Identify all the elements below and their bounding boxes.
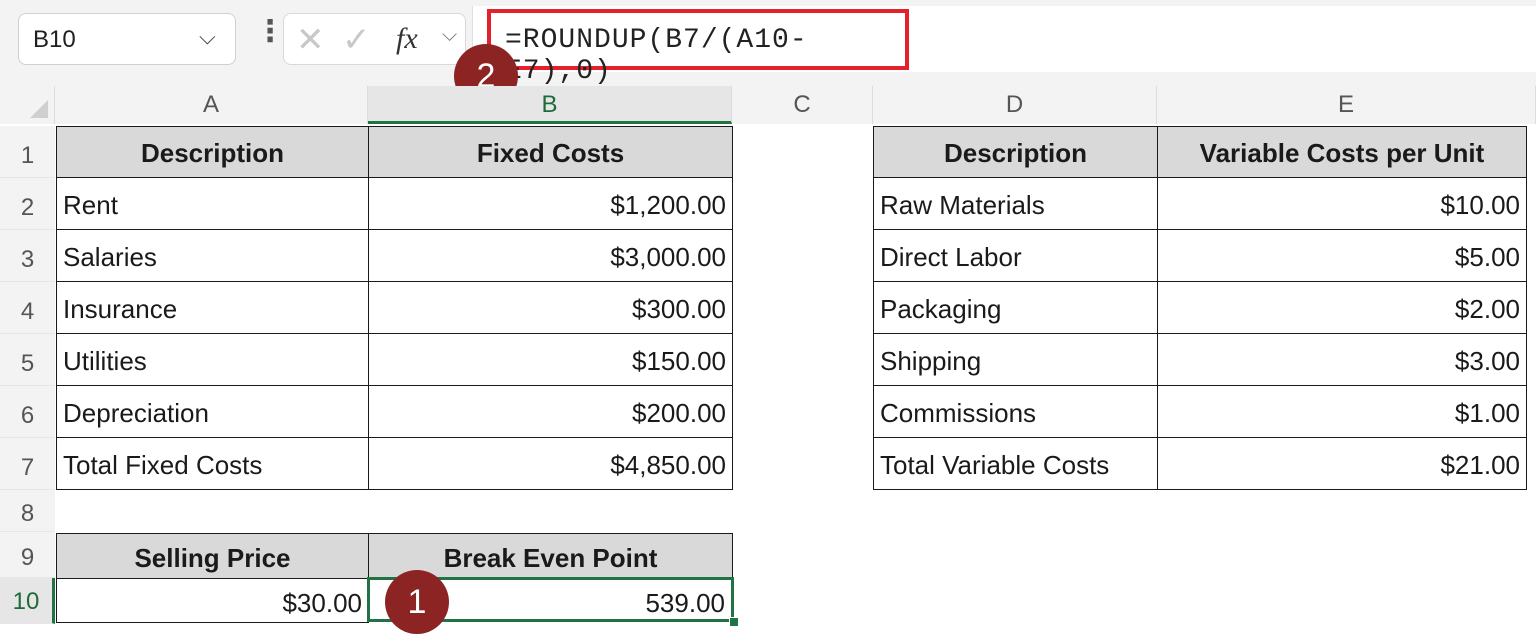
row-header-2[interactable]: 2 — [0, 178, 55, 230]
column-header-e[interactable]: E — [1157, 86, 1536, 124]
select-all-corner[interactable] — [0, 86, 55, 124]
fill-handle[interactable] — [729, 617, 739, 627]
name-box-value: B10 — [33, 26, 76, 53]
chevron-down-icon[interactable]: ⌵ — [199, 24, 216, 50]
variable-total-label[interactable]: Total Variable Costs — [873, 437, 1158, 490]
variable-label-cell[interactable]: Commissions — [873, 385, 1158, 438]
row-header-1[interactable]: 1 — [0, 126, 55, 178]
variable-value-cell[interactable]: $10.00 — [1157, 177, 1527, 230]
column-header-b[interactable]: B — [368, 86, 732, 124]
fixed-label-cell[interactable]: Insurance — [56, 281, 369, 334]
fixed-total-label[interactable]: Total Fixed Costs — [56, 437, 369, 490]
formula-text[interactable]: =ROUNDUP(B7/(A10-E7),0) — [505, 25, 905, 87]
fixed-value-cell[interactable]: $200.00 — [368, 385, 733, 438]
variable-total-value[interactable]: $21.00 — [1157, 437, 1527, 490]
column-header-c[interactable]: C — [732, 86, 873, 124]
fixed-label-cell[interactable]: Utilities — [56, 333, 369, 386]
insert-function-icon[interactable]: fx — [396, 22, 418, 56]
column-header-a[interactable]: A — [55, 86, 368, 124]
row-header-5[interactable]: 5 — [0, 334, 55, 386]
variable-value-cell[interactable]: $2.00 — [1157, 281, 1527, 334]
row-header-9[interactable]: 9 — [0, 532, 55, 578]
row-header-4[interactable]: 4 — [0, 282, 55, 334]
variable-value-cell[interactable]: $1.00 — [1157, 385, 1527, 438]
row-header-10[interactable]: 10 — [0, 578, 55, 624]
formula-highlight-box: =ROUNDUP(B7/(A10-E7),0) — [487, 9, 909, 87]
fixed-value-cell[interactable]: $3,000.00 — [368, 229, 733, 282]
variable-label-cell[interactable]: Shipping — [873, 333, 1158, 386]
variable-label-cell[interactable]: Packaging — [873, 281, 1158, 334]
chevron-down-icon[interactable]: ⌵ — [442, 24, 457, 47]
variable-header-cost-per-unit[interactable]: Variable Costs per Unit — [1157, 126, 1527, 178]
column-header-d[interactable]: D — [873, 86, 1157, 124]
row-header-6[interactable]: 6 — [0, 386, 55, 438]
row-header-3[interactable]: 3 — [0, 230, 55, 282]
variable-value-cell[interactable]: $5.00 — [1157, 229, 1527, 282]
variable-label-cell[interactable]: Raw Materials — [873, 177, 1158, 230]
variable-header-description[interactable]: Description — [873, 126, 1158, 178]
fixed-label-cell[interactable]: Depreciation — [56, 385, 369, 438]
fixed-label-cell[interactable]: Rent — [56, 177, 369, 230]
fixed-value-cell[interactable]: $150.00 — [368, 333, 733, 386]
selling-price-header[interactable]: Selling Price — [56, 533, 369, 579]
step-badge-1: 1 — [385, 570, 449, 634]
more-options-icon[interactable]: ⋮ — [255, 17, 285, 47]
formula-actions: ✕ ✓ fx ⌵ — [283, 13, 466, 65]
cancel-icon[interactable]: ✕ — [296, 20, 325, 60]
fixed-header-fixed-costs[interactable]: Fixed Costs — [368, 126, 733, 178]
fixed-header-description[interactable]: Description — [56, 126, 369, 178]
fixed-label-cell[interactable]: Salaries — [56, 229, 369, 282]
check-icon[interactable]: ✓ — [342, 20, 371, 60]
row-header-8[interactable]: 8 — [0, 490, 55, 532]
fixed-value-cell[interactable]: $1,200.00 — [368, 177, 733, 230]
variable-label-cell[interactable]: Direct Labor — [873, 229, 1158, 282]
fixed-value-cell[interactable]: $300.00 — [368, 281, 733, 334]
row-header-7[interactable]: 7 — [0, 438, 55, 490]
variable-value-cell[interactable]: $3.00 — [1157, 333, 1527, 386]
fixed-total-value[interactable]: $4,850.00 — [368, 437, 733, 490]
selling-price-cell[interactable]: $30.00 — [56, 578, 369, 623]
name-box[interactable]: B10 ⌵ — [18, 13, 236, 65]
